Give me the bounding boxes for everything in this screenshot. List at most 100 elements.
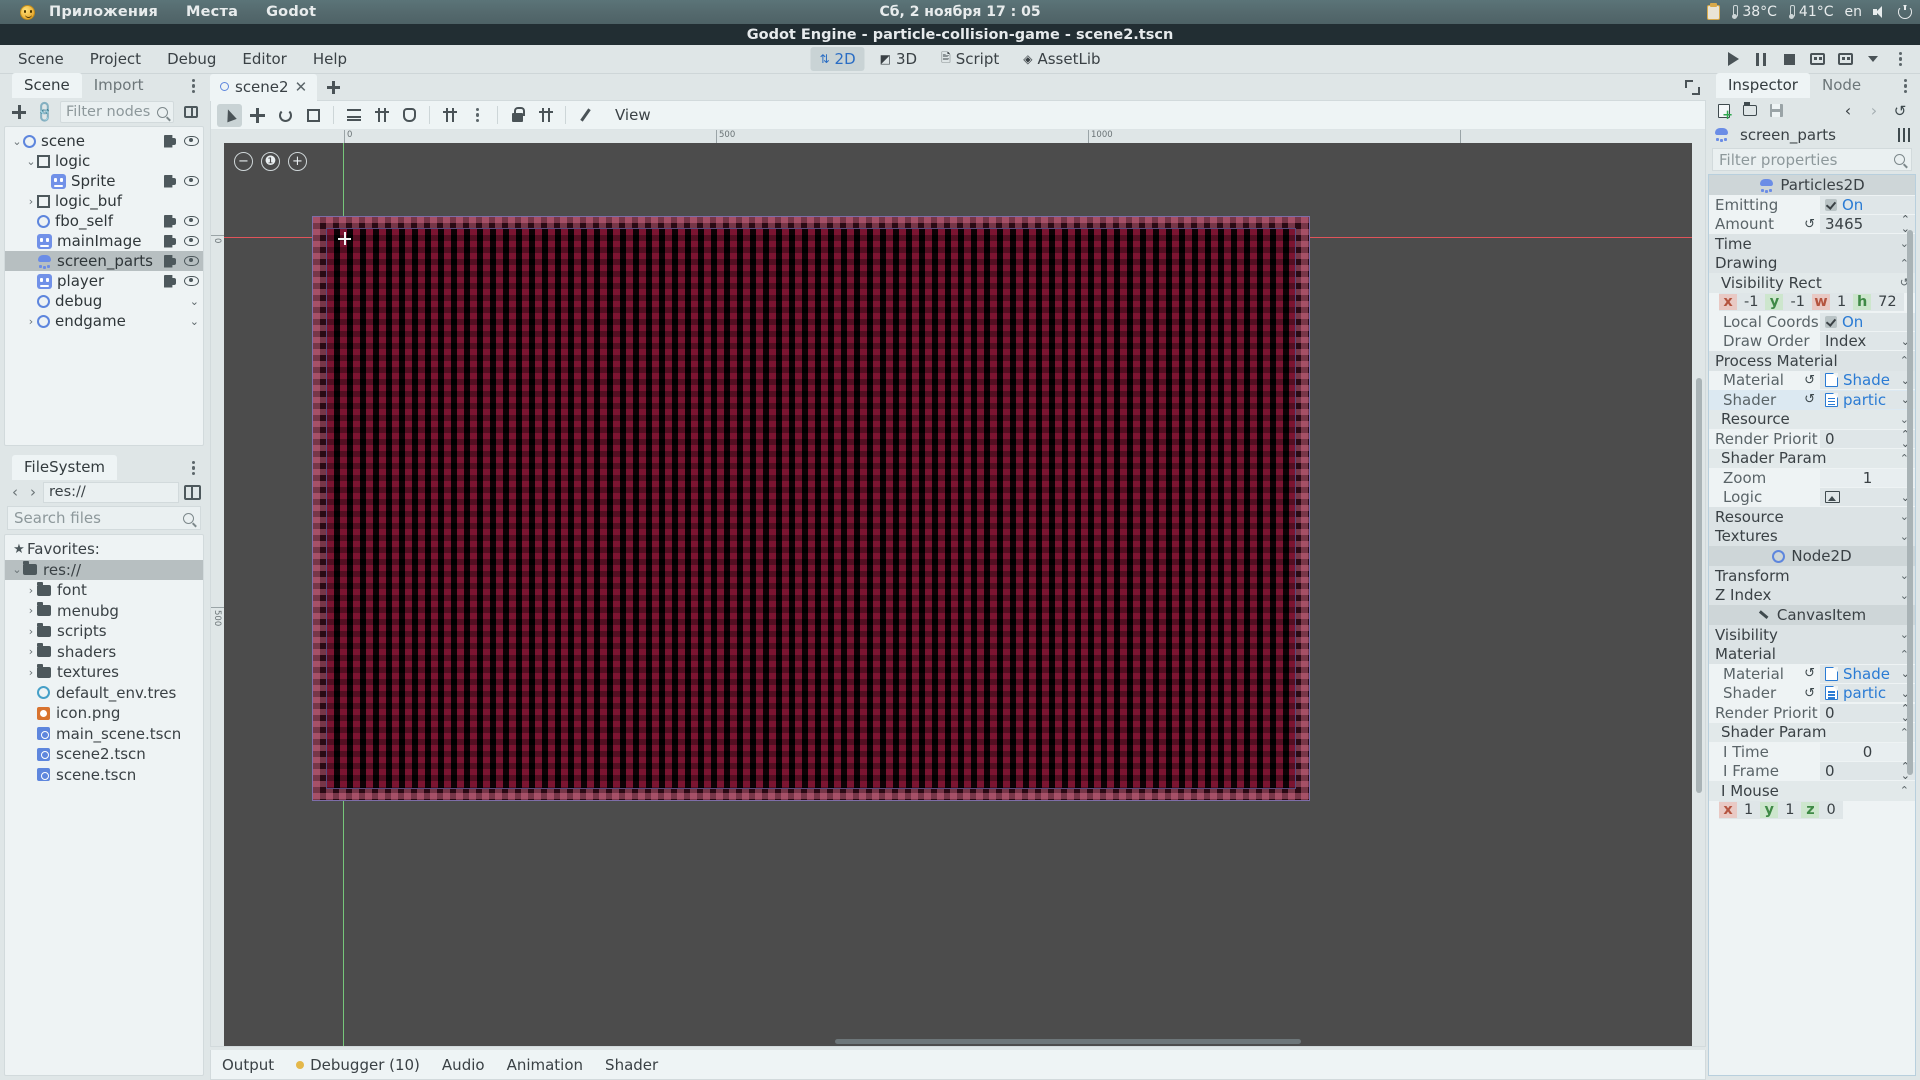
inspector-section-material[interactable]: Material⌃ bbox=[1709, 645, 1915, 665]
inspector-property-material[interactable]: Material↺Shade⌄ bbox=[1709, 664, 1915, 684]
zoom-out-button[interactable]: − bbox=[234, 152, 253, 171]
expand-arrow[interactable]: › bbox=[25, 584, 37, 597]
script-icon[interactable] bbox=[164, 135, 176, 148]
filesystem-tree[interactable]: ★Favorites:⌄res://›font›menubg›scripts›s… bbox=[4, 534, 204, 1076]
expand-icon[interactable] bbox=[1685, 80, 1700, 95]
filesystem-item-font[interactable]: ›font bbox=[5, 580, 203, 601]
mode-assetlib[interactable]: ◈ AssetLib bbox=[1014, 47, 1109, 71]
visibility-icon[interactable] bbox=[184, 176, 199, 186]
chevron-left-icon[interactable]: ‹ bbox=[7, 483, 23, 501]
mode-3d[interactable]: ◩ 3D bbox=[871, 47, 926, 71]
bottom-tab-debugger-10-[interactable]: Debugger (10) bbox=[285, 1052, 431, 1078]
snap-tool[interactable] bbox=[437, 104, 462, 127]
object-tools-icon[interactable] bbox=[1896, 128, 1910, 142]
property-dropdown[interactable]: Index⌄ bbox=[1820, 332, 1915, 350]
pin-tool[interactable] bbox=[573, 104, 598, 127]
scene-tree-item-Sprite[interactable]: Sprite bbox=[5, 171, 203, 191]
filesystem-path[interactable]: res:// bbox=[43, 482, 179, 503]
inspector-property-material[interactable]: Material↺Shade⌄ bbox=[1709, 371, 1915, 391]
menu-help[interactable]: Help bbox=[300, 47, 360, 71]
add-node-button[interactable] bbox=[8, 101, 30, 123]
scene-tree-item-logic_buf[interactable]: ›logic_buf bbox=[5, 191, 203, 211]
property-checkbox[interactable]: On bbox=[1820, 196, 1915, 214]
inspector-section-visibility-rect[interactable]: Visibility Rect↺ bbox=[1709, 273, 1915, 293]
scene-tab-scene2[interactable]: scene2 ✕ bbox=[210, 74, 317, 101]
property-spinner[interactable]: 0⌃⌄ bbox=[1820, 430, 1915, 448]
filesystem-dock-kebab-icon[interactable] bbox=[192, 460, 196, 476]
inspector-property-render-priorit[interactable]: Render Priorit0⌃⌄ bbox=[1709, 429, 1915, 449]
filesystem-item-scene2-tscn[interactable]: scene2.tscn bbox=[5, 744, 203, 765]
expand-arrow[interactable]: › bbox=[25, 625, 37, 638]
horizontal-ruler[interactable]: 05001000 bbox=[224, 130, 1692, 143]
vector-component-x[interactable]: x-1 bbox=[1719, 293, 1765, 311]
ruler-tool[interactable] bbox=[369, 104, 394, 127]
history-icon[interactable]: ↺ bbox=[1890, 101, 1910, 120]
filesystem-item-shaders[interactable]: ›shaders bbox=[5, 642, 203, 663]
clipboard-icon[interactable] bbox=[1707, 5, 1720, 20]
inspector-section-shader-param[interactable]: Shader Param⌃ bbox=[1709, 723, 1915, 743]
visibility-icon[interactable] bbox=[184, 216, 199, 226]
bottom-tab-animation[interactable]: Animation bbox=[496, 1052, 594, 1078]
filter-properties-input[interactable]: Filter properties bbox=[1712, 148, 1912, 171]
scene-tree-item-endgame[interactable]: ›endgame⌄ bbox=[5, 311, 203, 331]
filesystem-item-scripts[interactable]: ›scripts bbox=[5, 621, 203, 642]
stop-button[interactable] bbox=[1776, 48, 1802, 70]
inspector-property-i-frame[interactable]: I Frame0⌃⌄ bbox=[1709, 762, 1915, 782]
power-icon[interactable] bbox=[1898, 5, 1912, 19]
visibility-icon[interactable] bbox=[184, 276, 199, 286]
vertical-ruler[interactable]: 0500 bbox=[211, 143, 224, 1046]
filesystem-item-icon-png[interactable]: icon.png bbox=[5, 703, 203, 724]
menu-debug[interactable]: Debug bbox=[154, 47, 229, 71]
filesystem-item-scene-tscn[interactable]: scene.tscn bbox=[5, 765, 203, 786]
filesystem-item-res-[interactable]: ⌄res:// bbox=[5, 560, 203, 581]
filter-nodes-input[interactable]: Filter nodes bbox=[60, 101, 174, 123]
lock-tool[interactable] bbox=[505, 104, 530, 127]
bottom-tab-shader[interactable]: Shader bbox=[594, 1052, 669, 1078]
scene-tree-item-debug[interactable]: debug⌄ bbox=[5, 291, 203, 311]
volume-icon[interactable] bbox=[1873, 5, 1887, 19]
inspector-section-transform[interactable]: Transform⌄ bbox=[1709, 566, 1915, 586]
vector-component-z[interactable]: z0 bbox=[1801, 801, 1842, 819]
new-scene-tab-button[interactable] bbox=[327, 81, 340, 94]
view-menu[interactable]: View bbox=[615, 106, 651, 124]
filesystem-item-main-scene-tscn[interactable]: main_scene.tscn bbox=[5, 724, 203, 745]
script-icon[interactable] bbox=[164, 175, 176, 188]
menu-scene[interactable]: Scene bbox=[5, 47, 77, 71]
rotate-tool[interactable] bbox=[273, 104, 298, 127]
split-mode-icon[interactable] bbox=[184, 485, 201, 500]
filesystem-item-textures[interactable]: ›textures bbox=[5, 662, 203, 683]
scene-tree-item-scene[interactable]: ⌄scene bbox=[5, 131, 203, 151]
scene-tree-item-logic[interactable]: ⌄logic bbox=[5, 151, 203, 171]
os-menu-applications[interactable]: Приложения bbox=[35, 4, 172, 20]
filesystem-item-menubg[interactable]: ›menubg bbox=[5, 601, 203, 622]
revert-icon[interactable]: ↺ bbox=[1804, 373, 1815, 388]
new-resource-icon[interactable] bbox=[1714, 101, 1734, 120]
expand-arrow[interactable]: › bbox=[25, 645, 37, 658]
expand-arrow[interactable]: ⌄ bbox=[11, 135, 23, 148]
os-clock[interactable]: Сб, 2 ноября 17 : 05 bbox=[879, 4, 1040, 20]
inspector-property-amount[interactable]: Amount↺3465⌃⌄ bbox=[1709, 215, 1915, 235]
inspector-section-time[interactable]: Time⌄ bbox=[1709, 234, 1915, 254]
inspector-property-logic[interactable]: Logic⌄ bbox=[1709, 488, 1915, 508]
list-tool[interactable] bbox=[341, 104, 366, 127]
inspector-vector-field[interactable]: x-1y-1w1h72 bbox=[1709, 293, 1915, 313]
scene-tree-options-icon[interactable] bbox=[178, 101, 200, 123]
property-spinner[interactable]: 0⌃⌄ bbox=[1820, 704, 1915, 722]
vector-component-w[interactable]: w1 bbox=[1812, 293, 1853, 311]
history-prev-icon[interactable]: ‹ bbox=[1838, 101, 1858, 120]
group-tool[interactable] bbox=[533, 104, 558, 127]
chevron-down-icon[interactable]: ⌄ bbox=[190, 295, 199, 308]
search-files-input[interactable]: Search files bbox=[7, 506, 201, 530]
property-resource[interactable]: partic⌄ bbox=[1820, 391, 1915, 409]
os-menu-godot[interactable]: Godot bbox=[252, 4, 330, 20]
scene-tree-item-screen_parts[interactable]: screen_parts bbox=[5, 251, 203, 271]
expand-arrow[interactable]: ⌄ bbox=[11, 563, 23, 576]
inspector-property-shader[interactable]: Shader↺partic⌄ bbox=[1709, 390, 1915, 410]
open-resource-icon[interactable] bbox=[1740, 101, 1760, 120]
expand-arrow[interactable]: ⌄ bbox=[25, 155, 37, 168]
visibility-icon[interactable] bbox=[184, 136, 199, 146]
vector-component-h[interactable]: h72 bbox=[1853, 293, 1903, 311]
more-button[interactable] bbox=[1860, 48, 1886, 70]
property-text-field[interactable]: 0 bbox=[1820, 743, 1915, 761]
inspector-section-resource[interactable]: Resource⌄ bbox=[1709, 507, 1915, 527]
